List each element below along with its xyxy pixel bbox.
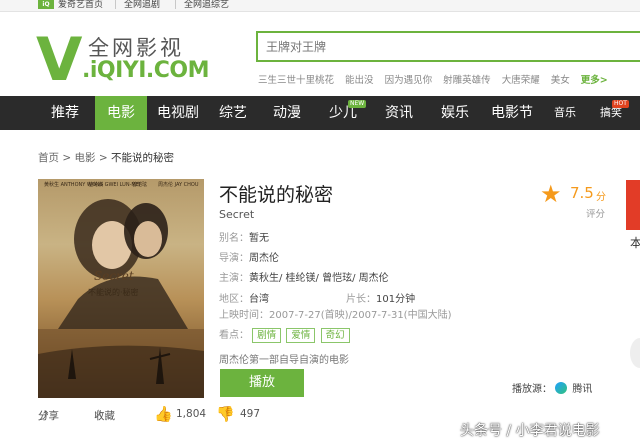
topbar-divider: | — [174, 0, 178, 10]
star-icon: ★ — [540, 180, 562, 208]
nav-item-film-festival[interactable]: 电影节 — [484, 96, 540, 130]
region-value[interactable]: 台湾 — [249, 294, 269, 305]
movie-subtitle: Secret — [219, 208, 255, 221]
rating-label: 评分 — [586, 209, 606, 220]
rating-block: ★ 7.5 分 评分 — [540, 180, 610, 220]
topbar-home-link[interactable]: 爱奇艺首页 — [58, 0, 103, 11]
movie-description: 周杰伦第一部自导自演的电影 — [219, 355, 349, 366]
play-source: 播放源： 腾讯 — [512, 380, 592, 395]
new-badge: NEW — [348, 100, 367, 108]
share-label: 分享 — [38, 410, 59, 422]
hot-badge: HOT — [612, 100, 629, 108]
movie-poster[interactable]: 黄秋生 ANTHONY WONG 桂纶镁 GWEI LUN-MEI 曾恺玹 周杰… — [38, 179, 204, 398]
search-input[interactable] — [258, 33, 628, 60]
release-label: 上映时间： — [219, 310, 269, 321]
cast-links[interactable]: 黄秋生/ 桂纶镁/ 曾恺玹/ 周杰伦 — [249, 273, 389, 284]
logo-v-letter: V — [36, 25, 83, 95]
favorite-label: 收藏 — [94, 410, 115, 422]
top-utility-bar: iQ 爱奇艺首页 | 全网追剧 | 全网追综艺 — [0, 0, 640, 12]
length-label: 片长： — [346, 294, 376, 305]
main-nav: 推荐 电影 电视剧 综艺 动漫 少儿 NEW 资讯 娱乐 电影节 音乐 搞笑 H… — [0, 96, 640, 130]
poster-title-cn: 不能说的·秘密 — [88, 288, 139, 297]
alias-label: 别名： — [219, 233, 249, 244]
info-cast: 主演：黄秋生/ 桂纶镁/ 曾恺玹/ 周杰伦 — [219, 269, 389, 284]
rating-unit: 分 — [596, 192, 606, 203]
nav-item-music[interactable]: 音乐 — [548, 96, 582, 130]
source-label: 播放源： — [512, 384, 552, 395]
side-promo-banner[interactable] — [626, 180, 640, 230]
side-scroll-button[interactable] — [630, 338, 640, 368]
length-value: 101分钟 — [376, 294, 416, 305]
hotword-link[interactable]: 射雕英雄传 — [443, 75, 491, 86]
iqiyi-small-logo[interactable]: iQ — [38, 0, 54, 9]
nav-item-movie[interactable]: 电影 — [95, 96, 147, 130]
dislike-count: 497 — [240, 408, 261, 420]
info-length: 片长：101分钟 — [346, 290, 415, 305]
topbar-drama-link[interactable]: 全网追剧 — [124, 0, 160, 11]
source-name[interactable]: 腾讯 — [572, 384, 592, 395]
breadcrumb-separator: > — [62, 152, 72, 164]
search-box[interactable] — [256, 31, 640, 62]
info-release: 上映时间：2007-7-27(首映)/2007-7-31(中国大陆) — [219, 306, 451, 321]
region-label: 地区： — [219, 294, 249, 305]
tag-drama[interactable]: 剧情 — [252, 328, 282, 343]
nav-item-news[interactable]: 资讯 — [376, 96, 422, 130]
hotword-link[interactable]: 三生三世十里桃花 — [258, 75, 334, 86]
topbar-divider: | — [114, 0, 118, 10]
info-tags: 看点： 剧情 爱情 奇幻 — [219, 326, 352, 343]
hotword-link[interactable]: 能出没 — [345, 75, 374, 86]
nav-item-tv[interactable]: 电视剧 — [150, 96, 206, 130]
hotword-link[interactable]: 美女 — [551, 75, 570, 86]
director-label: 导演： — [219, 253, 249, 264]
breadcrumb-home[interactable]: 首页 — [38, 152, 59, 164]
hotword-link[interactable]: 大唐荣耀 — [502, 75, 540, 86]
poster-title-en: Secret — [94, 269, 134, 283]
breadcrumb-current: 不能说的秘密 — [111, 152, 174, 164]
breadcrumb: 首页 > 电影 > 不能说的秘密 — [38, 150, 174, 165]
info-director: 导演：周杰伦 — [219, 249, 279, 264]
cast-label: 主演： — [219, 273, 249, 284]
tags-label: 看点： — [219, 330, 249, 341]
nav-item-anime[interactable]: 动漫 — [264, 96, 310, 130]
hot-search-words: 三生三世十里桃花 能出没 因为遇见你 射雕英雄传 大唐荣耀 美女 更多> — [258, 72, 608, 86]
tag-romance[interactable]: 爱情 — [286, 328, 316, 343]
director-link[interactable]: 周杰伦 — [249, 253, 279, 264]
nav-item-recommend[interactable]: 推荐 — [38, 96, 92, 130]
movie-title: 不能说的秘密 — [219, 184, 334, 206]
thumbs-down-icon[interactable]: 👎 — [216, 405, 235, 423]
play-button[interactable]: 播放 — [220, 369, 304, 397]
alias-value: 暂无 — [249, 233, 269, 244]
info-region: 地区：台湾 — [219, 290, 269, 305]
topbar-variety-link[interactable]: 全网追综艺 — [184, 0, 229, 11]
rating-score: 7.5 — [570, 184, 594, 202]
tencent-video-icon — [555, 382, 568, 394]
tag-fantasy[interactable]: 奇幻 — [320, 328, 350, 343]
side-promo-text: 本 — [630, 236, 640, 250]
info-alias: 别名：暂无 — [219, 229, 269, 244]
poster-credit: 曾恺玹 — [132, 182, 148, 188]
watermark: 头条号 / 小李君说电影 — [460, 423, 600, 439]
site-logo[interactable]: V 全网影视 .iQIYI.COM — [36, 25, 210, 95]
like-count: 1,804 — [176, 408, 207, 420]
hotword-link[interactable]: 因为遇见你 — [385, 75, 433, 86]
site-header: V 全网影视 .iQIYI.COM 三生三世十里桃花 能出没 因为遇见你 射雕英… — [0, 12, 640, 96]
release-value: 2007-7-27(首映)/2007-7-31(中国大陆) — [269, 310, 452, 321]
hotwords-more-link[interactable]: 更多> — [581, 75, 608, 86]
logo-domain-text: .iQIYI.COM — [82, 58, 210, 83]
nav-item-entertainment[interactable]: 娱乐 — [432, 96, 478, 130]
poster-credit: 周杰伦 JAY CHOU — [158, 182, 199, 188]
nav-item-variety[interactable]: 综艺 — [210, 96, 256, 130]
breadcrumb-separator: > — [98, 152, 108, 164]
thumbs-up-icon[interactable]: 👍 — [154, 405, 173, 423]
breadcrumb-section[interactable]: 电影 — [75, 152, 96, 164]
